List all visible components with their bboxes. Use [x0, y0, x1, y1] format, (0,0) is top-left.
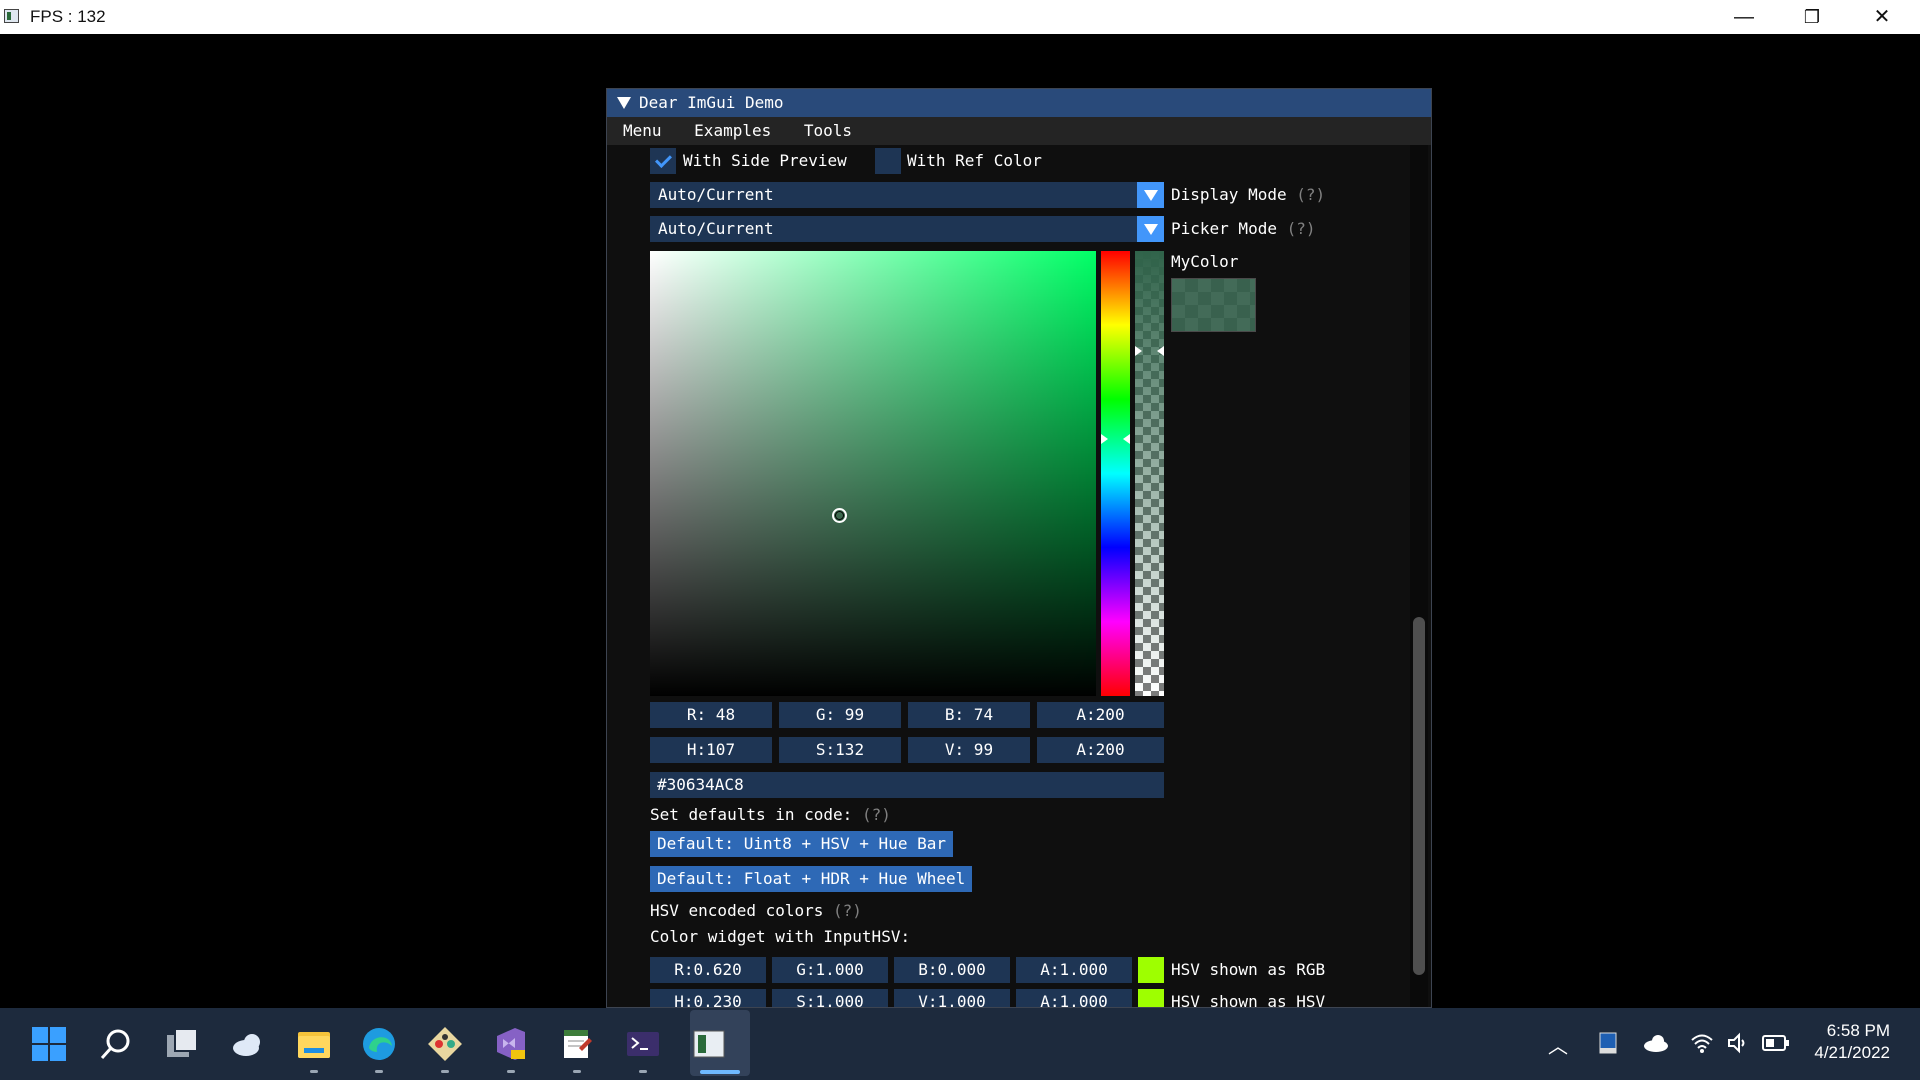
- menu-item-tools[interactable]: Tools: [804, 117, 852, 145]
- color-preview-swatch[interactable]: [1171, 278, 1256, 332]
- restore-button[interactable]: ❐: [1778, 0, 1846, 34]
- menu-item-examples[interactable]: Examples: [694, 117, 771, 145]
- show-hidden-icons-chevron-icon[interactable]: ︿: [1548, 1030, 1568, 1059]
- hue-marker-right-icon: [1123, 434, 1130, 444]
- with-ref-color-label: With Ref Color: [907, 151, 1042, 170]
- minimize-button[interactable]: —: [1710, 0, 1778, 34]
- alpha-bar[interactable]: [1135, 251, 1164, 696]
- picker-mode-combo[interactable]: Auto/Current: [650, 216, 1164, 242]
- close-button[interactable]: ✕: [1848, 0, 1916, 34]
- hsv-hsv-label: HSV shown as HSV: [1171, 992, 1326, 1008]
- scrollbar-thumb[interactable]: [1413, 617, 1425, 975]
- running-indicator: [441, 1070, 449, 1073]
- alpha-marker-right-icon: [1157, 346, 1164, 356]
- device-icon[interactable]: [1598, 1032, 1618, 1054]
- hsv-hsv-field-a[interactable]: A:1.000: [1016, 989, 1132, 1007]
- imgui-app-icon[interactable]: [691, 1026, 727, 1062]
- input-hsv-label: Color widget with InputHSV:: [650, 927, 911, 946]
- display-mode-value: Auto/Current: [658, 185, 774, 204]
- field-h[interactable]: H:107: [650, 737, 772, 763]
- field-s[interactable]: S:132: [779, 737, 901, 763]
- running-indicator: [507, 1070, 515, 1073]
- active-indicator: [700, 1070, 740, 1074]
- hsv-rgb-field-g[interactable]: G:1.000: [772, 957, 888, 983]
- hsv-rgb-field-b[interactable]: B:0.000: [894, 957, 1010, 983]
- edge-icon[interactable]: [361, 1026, 397, 1062]
- running-indicator: [639, 1070, 647, 1073]
- visual-studio-preview-icon[interactable]: [493, 1026, 529, 1062]
- hsv-rgb-field-r[interactable]: R:0.620: [650, 957, 766, 983]
- hue-marker-left-icon: [1101, 434, 1108, 444]
- preview-label: MyColor: [1171, 252, 1239, 271]
- menu-item-menu[interactable]: Menu: [623, 117, 662, 145]
- file-explorer-icon[interactable]: [296, 1026, 332, 1062]
- picker-mode-help[interactable]: (?): [1287, 219, 1316, 238]
- set-defaults-help[interactable]: (?): [862, 805, 891, 824]
- clock[interactable]: 6:58 PM 4/21/2022: [1814, 1020, 1890, 1064]
- display-mode-label: Display Mode (?): [1171, 185, 1326, 204]
- volume-icon[interactable]: [1726, 1032, 1748, 1054]
- imgui-window-titlebar[interactable]: Dear ImGui Demo: [607, 89, 1431, 117]
- imgui-window-title: Dear ImGui Demo: [639, 93, 784, 112]
- hsv-rgb-label: HSV shown as RGB: [1171, 960, 1326, 979]
- imgui-demo-window: Dear ImGui Demo Menu Examples Tools With…: [606, 88, 1432, 1008]
- chevron-down-icon[interactable]: [1137, 216, 1164, 242]
- onedrive-icon[interactable]: [1643, 1034, 1669, 1052]
- field-a[interactable]: A:200: [1037, 702, 1164, 728]
- notepad-icon[interactable]: [559, 1026, 595, 1062]
- field-v[interactable]: V: 99: [908, 737, 1030, 763]
- battery-icon[interactable]: [1762, 1034, 1790, 1052]
- hsv-hsv-field-h[interactable]: H:0.230: [650, 989, 766, 1007]
- hsv-rgb-field-a[interactable]: A:1.000: [1016, 957, 1132, 983]
- window-title: FPS : 132: [30, 7, 106, 26]
- widgets-icon[interactable]: [230, 1026, 266, 1062]
- chevron-down-icon[interactable]: [1137, 182, 1164, 208]
- display-mode-combo[interactable]: Auto/Current: [650, 182, 1164, 208]
- hsv-hsv-field-v[interactable]: V:1.000: [894, 989, 1010, 1007]
- windows-start-icon[interactable]: [31, 1026, 67, 1062]
- search-icon[interactable]: [98, 1026, 134, 1062]
- picker-mode-value: Auto/Current: [658, 219, 774, 238]
- clock-date: 4/21/2022: [1814, 1043, 1890, 1062]
- running-indicator: [375, 1070, 383, 1073]
- hex-input[interactable]: #30634AC8: [650, 772, 1164, 798]
- hsv-encoded-help[interactable]: (?): [833, 901, 862, 920]
- with-ref-color-checkbox[interactable]: [875, 148, 901, 174]
- sv-cursor-icon[interactable]: [832, 508, 847, 523]
- hsv-hsv-swatch[interactable]: [1138, 989, 1164, 1007]
- git-icon[interactable]: [427, 1026, 463, 1062]
- field-a2[interactable]: A:200: [1037, 737, 1164, 763]
- saturation-value-square[interactable]: [650, 251, 1096, 696]
- task-view-icon[interactable]: [164, 1026, 200, 1062]
- display-mode-help[interactable]: (?): [1296, 185, 1325, 204]
- running-indicator: [573, 1070, 581, 1073]
- default-uint8-button[interactable]: Default: Uint8 + HSV + Hue Bar: [650, 831, 953, 857]
- collapse-triangle-icon[interactable]: [617, 97, 631, 109]
- imgui-menubar: Menu Examples Tools: [607, 117, 1431, 145]
- picker-mode-label: Picker Mode (?): [1171, 219, 1316, 238]
- app-icon: [4, 9, 19, 23]
- hsv-rgb-swatch[interactable]: [1138, 957, 1164, 983]
- default-float-button[interactable]: Default: Float + HDR + Hue Wheel: [650, 866, 973, 892]
- checkmark-icon: [655, 151, 672, 168]
- hsv-encoded-heading: HSV encoded colors (?): [650, 901, 862, 920]
- field-g[interactable]: G: 99: [779, 702, 901, 728]
- set-defaults-text: Set defaults in code: (?): [650, 805, 891, 824]
- clock-time: 6:58 PM: [1826, 1021, 1890, 1040]
- field-r[interactable]: R: 48: [650, 702, 772, 728]
- terminal-icon[interactable]: [625, 1026, 661, 1062]
- window-titlebar: FPS : 132 — ❐ ✕: [0, 0, 1920, 34]
- with-side-preview-label: With Side Preview: [683, 151, 847, 170]
- taskbar: ︿ 6:58 PM 4/21/2022: [0, 1008, 1920, 1080]
- wifi-icon[interactable]: [1690, 1032, 1714, 1054]
- hsv-hsv-field-s[interactable]: S:1.000: [772, 989, 888, 1007]
- alpha-marker-left-icon: [1135, 346, 1142, 356]
- running-indicator: [310, 1070, 318, 1073]
- hue-bar[interactable]: [1101, 251, 1130, 696]
- field-b[interactable]: B: 74: [908, 702, 1030, 728]
- with-side-preview-checkbox[interactable]: [650, 148, 676, 174]
